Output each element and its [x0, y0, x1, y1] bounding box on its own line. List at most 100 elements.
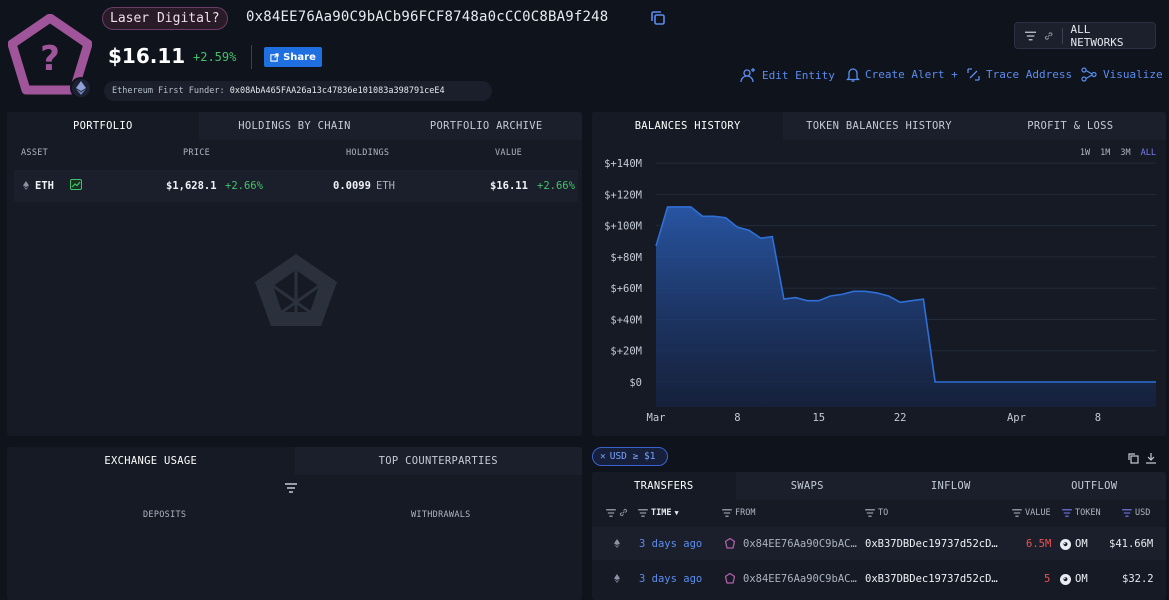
table-row[interactable]: 3 days ago 0x84EE76Aa90C9bAC… 0xB37DBDec…: [592, 562, 1166, 595]
tab-inflow[interactable]: INFLOW: [879, 472, 1023, 500]
tab-top-counterparties[interactable]: TOP COUNTERPARTIES: [295, 447, 583, 475]
column-value[interactable]: VALUE: [495, 148, 522, 158]
arkham-watermark-logo: [255, 254, 337, 326]
y-tick-label: $+60M: [610, 283, 642, 295]
trace-address-label: Trace Address: [986, 68, 1073, 81]
transfer-value: 5: [1044, 573, 1051, 585]
token-symbol: OM: [1075, 573, 1088, 585]
holdings-unit: ETH: [376, 180, 395, 192]
x-tick-label: 8: [1095, 412, 1101, 424]
edit-entity-button[interactable]: Edit Entity: [739, 67, 835, 83]
close-icon[interactable]: ✕: [600, 451, 606, 462]
tab-holdings-by-chain[interactable]: HOLDINGS BY CHAIN: [199, 112, 391, 140]
graph-icon: [1081, 67, 1097, 82]
balances-panel: BALANCES HISTORY TOKEN BALANCES HISTORY …: [592, 112, 1166, 436]
column-time[interactable]: TIME ▼: [638, 508, 679, 518]
visualize-label: Visualize: [1103, 68, 1163, 81]
portfolio-panel: PORTFOLIO HOLDINGS BY CHAIN PORTFOLIO AR…: [7, 112, 582, 436]
table-row[interactable]: 3 days ago 0x84EE76Aa90C9bAC… 0xB37DBDec…: [592, 527, 1166, 560]
share-button[interactable]: Share: [264, 47, 322, 67]
column-deposits: DEPOSITS: [143, 510, 187, 520]
transfer-time[interactable]: 3 days ago: [639, 538, 702, 550]
column-withdrawals: WITHDRAWALS: [411, 510, 471, 520]
tab-transfers[interactable]: TRANSFERS: [592, 472, 736, 500]
visualize-button[interactable]: Visualize: [1080, 67, 1163, 82]
transfer-value: 6.5M: [1026, 538, 1052, 550]
asset-symbol[interactable]: ETH: [35, 180, 54, 192]
column-usd-label: USD: [1135, 508, 1151, 518]
network-filter-button[interactable]: ALL NETWORKS: [1014, 22, 1156, 49]
transfers-panel: TRANSFERS SWAPS INFLOW OUTFLOW TIME ▼ FR…: [592, 472, 1166, 600]
column-price[interactable]: PRICE: [183, 148, 210, 158]
filter-icon: [1122, 509, 1132, 517]
tab-portfolio-archive[interactable]: PORTFOLIO ARCHIVE: [390, 112, 582, 140]
tab-outflow[interactable]: OUTFLOW: [1023, 472, 1167, 500]
transfer-token[interactable]: ◕ OM: [1060, 573, 1088, 585]
filter-icon: [1062, 509, 1072, 517]
filter-icon: [638, 509, 648, 517]
column-holdings[interactable]: HOLDINGS: [346, 148, 389, 158]
tab-balances-history[interactable]: BALANCES HISTORY: [592, 112, 784, 140]
first-funder-address[interactable]: 0x08AbA465FAA26a13c47836e101083a398791ce…: [230, 86, 445, 96]
column-token[interactable]: TOKEN: [1062, 508, 1101, 518]
download-icon[interactable]: [1145, 452, 1157, 464]
token-om-icon: ◕: [1060, 573, 1071, 585]
create-alert-label: Create Alert +: [865, 68, 958, 81]
chart-trend-icon[interactable]: [70, 179, 82, 190]
tab-token-balances-history[interactable]: TOKEN BALANCES HISTORY: [783, 112, 974, 140]
bell-icon: [846, 68, 860, 82]
transfer-from[interactable]: 0x84EE76Aa90C9bAC…: [743, 538, 857, 550]
y-tick-label: $+40M: [610, 314, 642, 326]
column-from[interactable]: FROM: [722, 508, 755, 518]
filter-icon: [865, 509, 875, 517]
y-tick-label: $+80M: [610, 252, 642, 264]
column-value[interactable]: VALUE: [1012, 508, 1051, 518]
divider: [251, 45, 252, 69]
trace-icon: [967, 68, 980, 81]
share-label: Share: [283, 51, 316, 63]
y-tick-label: $+120M: [604, 189, 642, 201]
link-icon: [619, 508, 628, 517]
trace-address-button[interactable]: Trace Address: [966, 67, 1072, 82]
divider: [1061, 27, 1063, 44]
column-time-label: TIME: [651, 508, 672, 518]
table-row[interactable]: ETH $1,628.1 +2.66% 0.0099 ETH $16.11 +2…: [14, 170, 578, 202]
entity-shield-icon: [725, 573, 735, 584]
copy-icon[interactable]: [649, 9, 667, 27]
transfer-to[interactable]: 0xB37DBDec19737d52cD…: [865, 538, 998, 550]
filter-icon: [606, 508, 616, 517]
balances-tabs: BALANCES HISTORY TOKEN BALANCES HISTORY …: [592, 112, 1166, 140]
column-to[interactable]: TO: [865, 508, 888, 518]
tab-exchange-usage[interactable]: EXCHANGE USAGE: [7, 447, 295, 475]
create-alert-button[interactable]: Create Alert +: [846, 67, 958, 82]
transfer-token[interactable]: ◕ OM: [1060, 538, 1088, 550]
total-balance: $16.11: [108, 44, 186, 68]
asset-value: $16.11: [490, 180, 528, 192]
first-funder-label: Ethereum First Funder:: [112, 86, 225, 96]
transfer-time[interactable]: 3 days ago: [639, 573, 702, 585]
column-chain-filter[interactable]: [606, 508, 628, 517]
filter-icon[interactable]: [285, 483, 297, 493]
filter-icon: [1012, 509, 1022, 517]
entity-name-badge[interactable]: Laser Digital?: [102, 7, 228, 30]
column-usd[interactable]: USD: [1122, 508, 1150, 518]
column-asset[interactable]: ASSET: [21, 148, 48, 158]
usd-filter-chip[interactable]: ✕ USD ≥ $1: [592, 447, 668, 466]
tab-profit-loss[interactable]: PROFIT & LOSS: [975, 112, 1166, 140]
tab-swaps[interactable]: SWAPS: [736, 472, 880, 500]
transfer-to[interactable]: 0xB37DBDec19737d52cD…: [865, 573, 998, 585]
copy-icon[interactable]: [1127, 452, 1139, 464]
transfer-from[interactable]: 0x84EE76Aa90C9bAC…: [743, 573, 857, 585]
share-icon: [270, 52, 279, 62]
usd-filter-label: USD ≥ $1: [609, 451, 656, 462]
transfer-usd: $41.66M: [1109, 538, 1154, 550]
y-tick-label: $+100M: [604, 221, 642, 233]
y-tick-label: $+140M: [604, 158, 642, 170]
tab-portfolio[interactable]: PORTFOLIO: [7, 112, 199, 140]
balance-change: +2.59%: [193, 50, 237, 64]
first-funder[interactable]: Ethereum First Funder: 0x08AbA465FAA26a1…: [104, 81, 492, 101]
portfolio-tabs: PORTFOLIO HOLDINGS BY CHAIN PORTFOLIO AR…: [7, 112, 582, 140]
x-tick-label: 22: [894, 412, 907, 424]
asset-holdings: 0.0099: [333, 180, 371, 192]
y-tick-label: $0: [629, 377, 642, 389]
